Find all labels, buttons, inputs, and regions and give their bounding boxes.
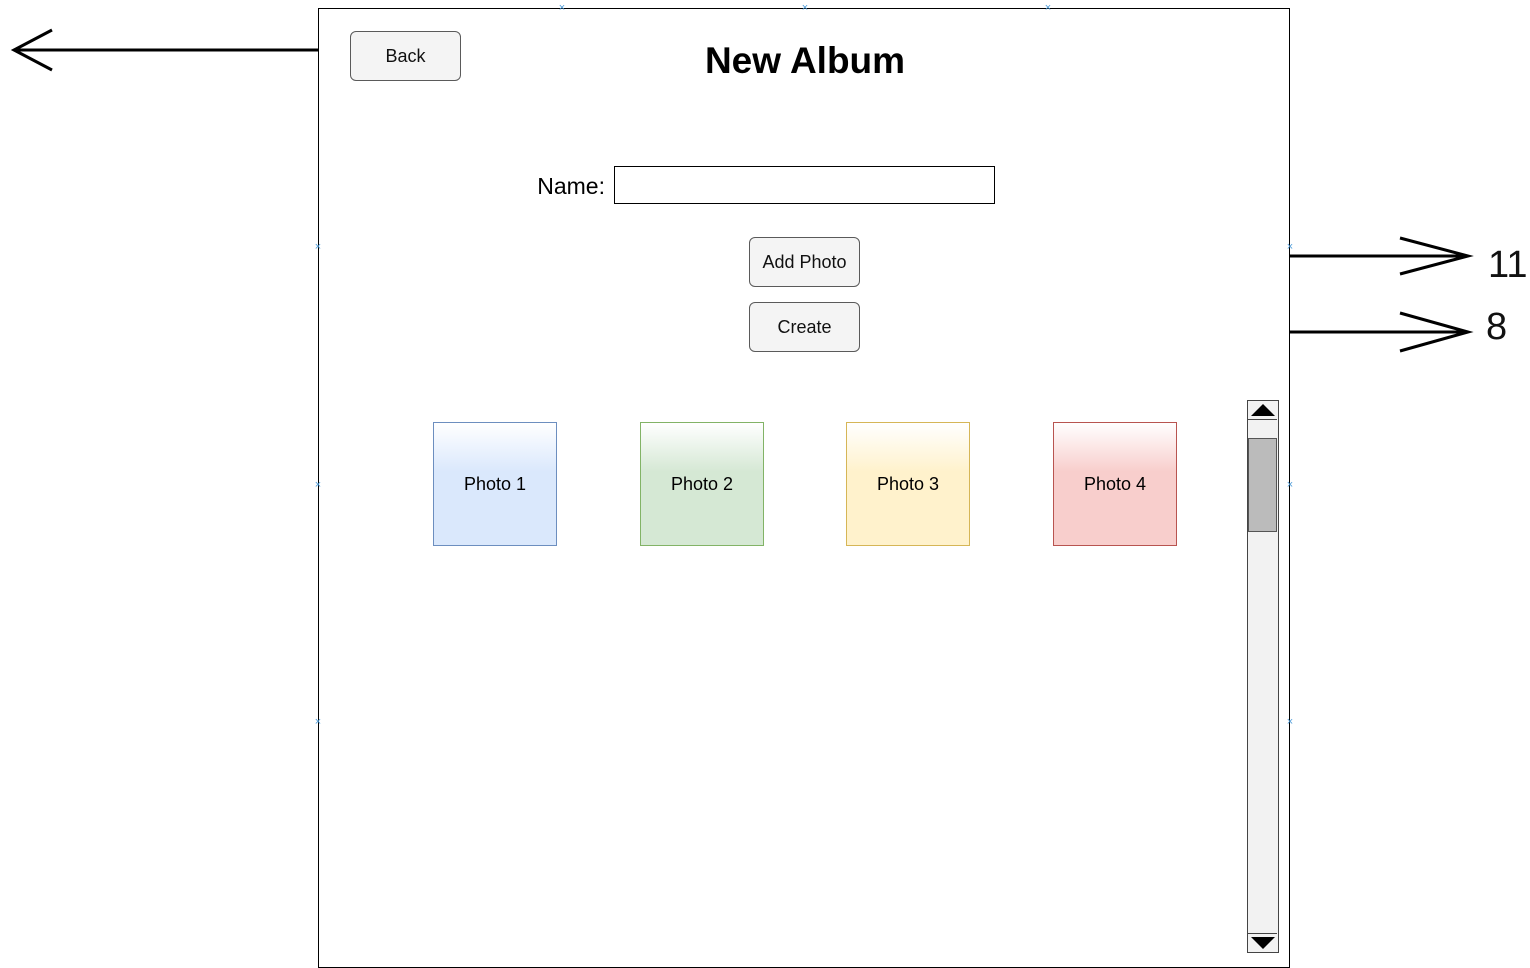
back-arrow [10,28,350,72]
back-button[interactable]: Back [350,31,461,81]
resize-handle: × [1286,716,1294,728]
create-target-label: 8 [1486,306,1508,348]
photo-tile[interactable]: Photo 4 [1053,422,1177,546]
add-photo-target-label: 11 [1488,244,1528,286]
photo-tile[interactable]: Photo 3 [846,422,970,546]
create-button[interactable]: Create [749,302,860,352]
scroll-down-arrow-icon[interactable] [1248,933,1277,952]
photo-tile[interactable]: Photo 2 [640,422,764,546]
resize-handle: × [314,479,322,491]
resize-handle: × [1286,479,1294,491]
vertical-scrollbar[interactable] [1247,400,1279,953]
resize-handle: × [1286,241,1294,253]
photo-tile[interactable]: Photo 1 [433,422,557,546]
name-label: Name: [537,173,605,199]
resize-handle: × [558,2,566,14]
scrollbar-thumb[interactable] [1248,438,1277,532]
resize-handle: × [314,241,322,253]
resize-handle: × [314,716,322,728]
resize-handle: × [1044,2,1052,14]
scroll-up-arrow-icon[interactable] [1248,401,1277,420]
add-photo-button[interactable]: Add Photo [749,237,860,287]
resize-handle: × [801,2,809,14]
name-input[interactable] [614,166,995,204]
page-title: New Album [704,40,906,81]
